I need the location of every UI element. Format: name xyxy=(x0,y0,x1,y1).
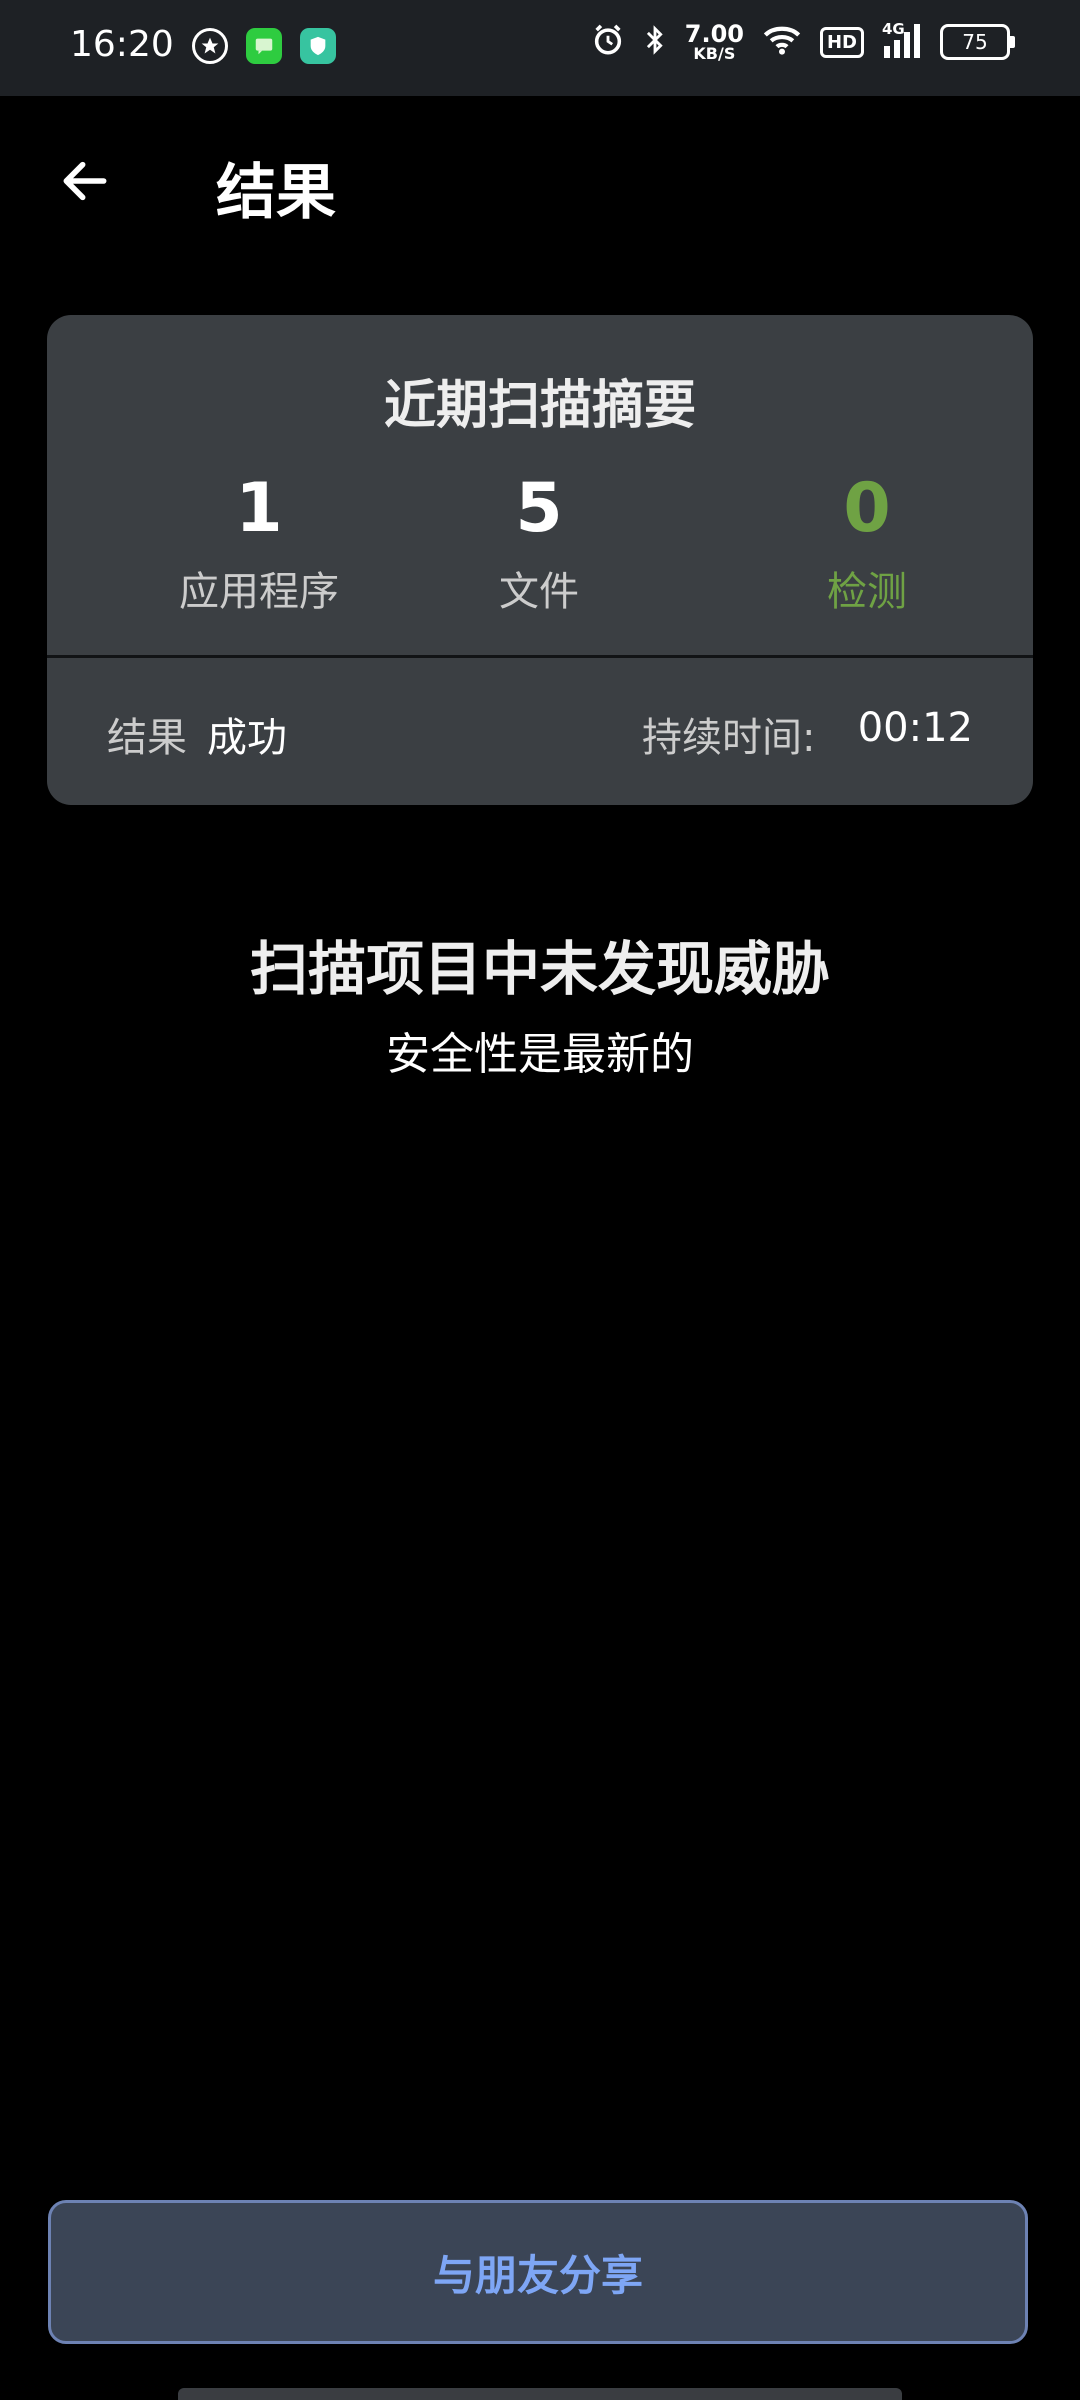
result-label: 结果 xyxy=(107,715,187,761)
stat-label: 文件 xyxy=(499,569,579,615)
result-row: 结果 成功 持续时间: 00:12 xyxy=(47,705,1033,765)
share-with-friends-button[interactable]: 与朋友分享 xyxy=(48,2200,1028,2344)
star-icon xyxy=(192,28,228,64)
stat-apps: 1 应用程序 xyxy=(109,475,409,617)
stat-value: 5 xyxy=(515,469,563,548)
stat-value: 0 xyxy=(843,469,891,548)
hd-badge: HD xyxy=(819,26,864,58)
security-app-icon xyxy=(300,28,336,64)
battery-icon: 75 xyxy=(940,24,1015,60)
no-threats-message: 扫描项目中未发现威胁 xyxy=(249,935,830,1003)
bluetooth-icon xyxy=(643,23,667,61)
duration-label: 持续时间: xyxy=(642,715,816,761)
stat-label: 应用程序 xyxy=(179,569,339,615)
alarm-icon xyxy=(591,23,625,61)
network-speed: 7.00 KB/S xyxy=(684,20,744,63)
wifi-icon xyxy=(762,23,802,61)
app-bar: 结果 xyxy=(0,96,1080,266)
signal-icon: 4G xyxy=(882,20,922,60)
stat-files: 5 文件 xyxy=(389,475,689,617)
gesture-nav-handle[interactable] xyxy=(178,2388,902,2400)
status-bar: 16:20 7.00 KB/S HD 4G 75 xyxy=(0,0,1080,96)
status-time: 16:20 xyxy=(70,24,174,65)
message-app-icon xyxy=(246,28,282,64)
stat-value: 1 xyxy=(235,469,283,548)
system-icons: 7.00 KB/S HD 4G 75 xyxy=(591,20,1015,63)
result-value: 成功 xyxy=(207,715,287,761)
card-divider xyxy=(47,655,1033,658)
back-button[interactable] xyxy=(40,136,130,226)
duration-value: 00:12 xyxy=(857,705,973,751)
scan-summary-card: 近期扫描摘要 1 应用程序 5 文件 0 检测 结果 成功 持续时间: 00:1… xyxy=(47,315,1033,805)
summary-title: 近期扫描摘要 xyxy=(383,376,696,436)
arrow-left-icon xyxy=(63,161,107,201)
stat-label: 检测 xyxy=(827,569,907,615)
stat-detections: 0 检测 xyxy=(717,475,1017,617)
security-status-message: 安全性是最新的 xyxy=(386,1029,694,1080)
page-title: 结果 xyxy=(216,158,336,228)
notification-icons xyxy=(192,28,336,64)
